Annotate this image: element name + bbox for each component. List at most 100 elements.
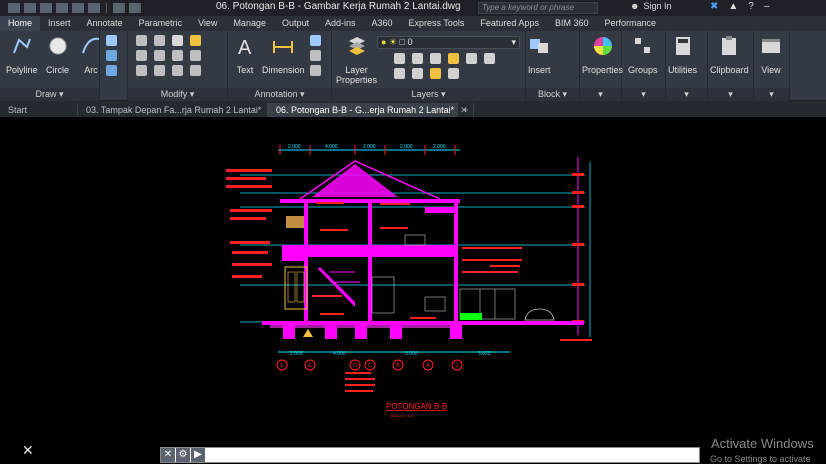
properties-button[interactable]: Properties: [582, 35, 623, 75]
move-icon[interactable]: [136, 35, 147, 46]
help-icon[interactable]: ?: [748, 1, 754, 12]
tab-a360[interactable]: A360: [364, 16, 401, 31]
annotation-panel-title[interactable]: Annotation ▾: [228, 88, 331, 101]
clipboard-panel-title[interactable]: ▾: [708, 88, 753, 101]
layer-properties-button[interactable]: Layer Properties: [336, 35, 377, 85]
trim-icon[interactable]: [172, 35, 183, 46]
erase-icon[interactable]: [190, 35, 201, 46]
view-panel-title[interactable]: ▾: [754, 88, 789, 101]
sign-in-button[interactable]: ☻ Sign In: [630, 1, 672, 11]
layer-tool-icon[interactable]: [394, 53, 405, 64]
insert-button[interactable]: Insert: [528, 35, 551, 75]
scale-icon[interactable]: [154, 65, 165, 76]
layer-tool-icon[interactable]: [430, 68, 441, 79]
drawing-canvas[interactable]: 2.000 4.000 2.000 2.000 2.000 2.000 4.00…: [0, 117, 826, 458]
explode-icon[interactable]: [190, 50, 201, 61]
doc-tab-potongan-bb[interactable]: 06. Potongan B-B - G...erja Rumah 2 Lant…: [268, 103, 468, 117]
mirror-icon[interactable]: [154, 50, 165, 61]
polyline-button[interactable]: Polyline: [6, 35, 38, 75]
user-icon: ☻: [630, 1, 640, 11]
annotation-panel: A Text Dimension Annotation ▾: [228, 31, 332, 101]
rectangle-icon[interactable]: [106, 50, 117, 61]
fillet-icon[interactable]: [172, 50, 183, 61]
tab-insert[interactable]: Insert: [40, 16, 79, 31]
search-input[interactable]: Type a keyword or phrase: [478, 2, 598, 14]
new-icon[interactable]: [24, 3, 36, 13]
utilities-button[interactable]: Utilities: [668, 35, 697, 75]
layer-tool-icon[interactable]: [412, 68, 423, 79]
polyline-icon: [12, 38, 31, 54]
save-icon[interactable]: [56, 3, 68, 13]
groups-panel-title[interactable]: ▾: [622, 88, 665, 101]
app-store-icon[interactable]: ▲: [728, 1, 738, 12]
tab-view[interactable]: View: [190, 16, 225, 31]
exchange-icon[interactable]: ✖: [710, 1, 718, 12]
array-icon[interactable]: [172, 65, 183, 76]
groups-button[interactable]: Groups: [628, 35, 658, 75]
clipboard-button[interactable]: Clipboard: [710, 35, 749, 75]
layer-properties-label-2: Properties: [336, 75, 378, 85]
layer-tool-icon[interactable]: [484, 53, 495, 64]
ribbon-tab-bar: Home Insert Annotate Parametric View Manage Ou…: [0, 16, 826, 31]
hatch-icon[interactable]: [106, 65, 117, 76]
app-menu-icon[interactable]: [8, 3, 20, 13]
copy-icon[interactable]: [136, 50, 147, 61]
minimize-icon[interactable]: –: [764, 1, 770, 12]
circle-button[interactable]: Circle: [46, 35, 69, 75]
layer-dropdown[interactable]: ● ☀ □ 0 ▾: [377, 36, 520, 49]
annotation-extra-icon[interactable]: [310, 65, 321, 76]
draw-panel: Polyline Circle Arc Draw ▾: [0, 31, 100, 101]
rotate-icon[interactable]: [154, 35, 165, 46]
properties-panel-title[interactable]: ▾: [580, 88, 621, 101]
groups-icon: [634, 38, 650, 53]
leader-icon[interactable]: [310, 35, 321, 46]
command-input[interactable]: [206, 449, 699, 461]
tab-annotate[interactable]: Annotate: [79, 16, 131, 31]
layers-panel-title[interactable]: Layers ▾: [332, 88, 525, 101]
undo-icon[interactable]: [113, 3, 125, 13]
drawing-scale: SKALA 1:100: [390, 413, 415, 418]
grid-label-b: B: [396, 363, 400, 369]
layer-tool-icon[interactable]: [412, 53, 423, 64]
stretch-icon[interactable]: [136, 65, 147, 76]
doc-tab-start[interactable]: Start: [0, 103, 78, 117]
line-icon[interactable]: [106, 35, 117, 46]
command-prompt-icon[interactable]: ▶: [191, 448, 205, 462]
tab-add-ins[interactable]: Add-ins: [317, 16, 364, 31]
doc-tab-label: 03. Tampak Depan Fa...rja Rumah 2 Lantai…: [86, 105, 262, 115]
block-panel-title[interactable]: Block ▾: [526, 88, 579, 101]
offset-icon[interactable]: [190, 65, 201, 76]
tab-manage[interactable]: Manage: [225, 16, 274, 31]
layer-tool-icon[interactable]: [430, 53, 441, 64]
open-icon[interactable]: [40, 3, 52, 13]
table-icon[interactable]: [310, 50, 321, 61]
view-button[interactable]: View: [760, 35, 782, 75]
properties-label: Properties: [582, 65, 624, 75]
layer-tool-icon[interactable]: [394, 68, 405, 79]
tab-performance[interactable]: Performance: [596, 16, 664, 31]
draw-panel-title[interactable]: Draw ▾: [0, 88, 99, 101]
document-tab-bar: Start 03. Tampak Depan Fa...rja Rumah 2 …: [0, 101, 826, 117]
tab-express-tools[interactable]: Express Tools: [401, 16, 473, 31]
grid-label-d: D: [353, 363, 357, 369]
plot-icon[interactable]: [88, 3, 100, 13]
tab-featured-apps[interactable]: Featured Apps: [472, 16, 547, 31]
layer-tool-icon[interactable]: [466, 53, 477, 64]
redo-icon[interactable]: [129, 3, 141, 13]
arc-button[interactable]: Arc: [80, 35, 102, 75]
utilities-panel-title[interactable]: ▾: [666, 88, 707, 101]
tab-home[interactable]: Home: [0, 16, 41, 31]
dimension-button[interactable]: Dimension: [262, 35, 305, 75]
tab-parametric[interactable]: Parametric: [131, 16, 191, 31]
layer-tool-icon[interactable]: [448, 53, 459, 64]
close-icon[interactable]: ✕: [161, 448, 175, 462]
modify-panel-title[interactable]: Modify ▾: [128, 88, 227, 101]
new-tab-button[interactable]: +: [458, 103, 474, 117]
doc-tab-tampak-depan[interactable]: 03. Tampak Depan Fa...rja Rumah 2 Lantai…: [78, 103, 275, 117]
layer-tool-icon[interactable]: [448, 68, 459, 79]
save-as-icon[interactable]: [72, 3, 84, 13]
tab-bim-360[interactable]: BIM 360: [547, 16, 597, 31]
tab-output[interactable]: Output: [274, 16, 317, 31]
text-button[interactable]: A Text: [234, 35, 256, 75]
customize-icon[interactable]: ⚙: [176, 448, 190, 462]
